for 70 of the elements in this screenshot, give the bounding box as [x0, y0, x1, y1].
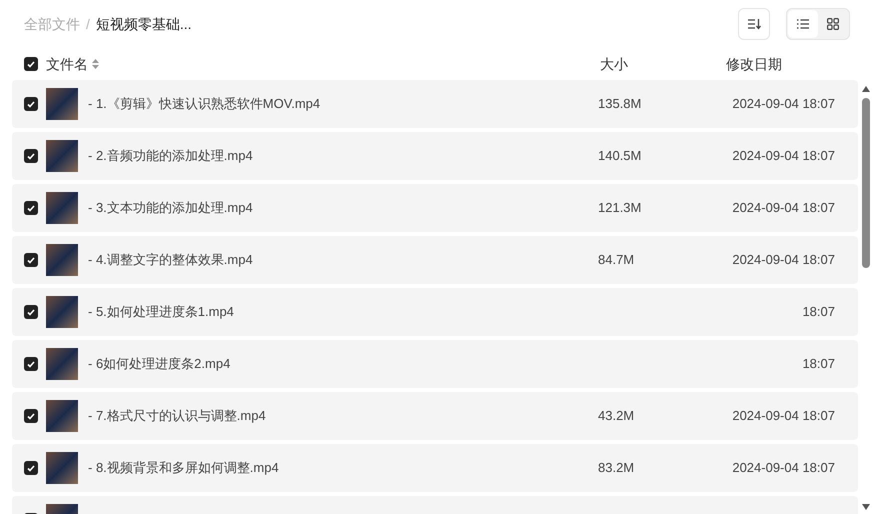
file-row[interactable]: - 4.调整文字的整体效果.mp4 84.7M 2024-09-04 18:07: [12, 236, 858, 284]
sort-icon: [747, 18, 761, 30]
sort-arrows-icon: [92, 59, 99, 69]
checkbox[interactable]: [24, 253, 38, 267]
scrollbar-thumb[interactable]: [862, 98, 870, 268]
file-size: 121.3M: [598, 199, 642, 218]
file-row[interactable]: - 8.视频背景和多屏如何调整.mp4 83.2M 2024-09-04 18:07: [12, 444, 858, 492]
file-name: - 6如何处理进度条2.mp4: [88, 355, 232, 374]
file-name: - 4.调整文字的整体效果.mp4: [88, 251, 254, 270]
file-size: 43.2M: [598, 407, 636, 426]
checkmark-icon: [27, 412, 35, 420]
video-thumbnail: [46, 348, 78, 380]
file-row[interactable]: - 7.格式尺寸的认识与调整.mp4 43.2M 2024-09-04 18:07: [12, 392, 858, 440]
file-size: 135.8M: [598, 95, 642, 114]
file-name: - 2.音频功能的添加处理.mp4: [88, 147, 254, 166]
column-header: 修改日期: [726, 54, 782, 74]
column-header: 大小: [600, 54, 629, 74]
checkmark-icon: [27, 308, 35, 316]
file-name: - 5.如何处理进度条1.mp4: [88, 303, 235, 322]
checkmark-icon: [27, 204, 35, 212]
file-size: 84.7M: [598, 251, 636, 270]
checkbox[interactable]: [24, 461, 38, 475]
video-thumbnail: [46, 88, 78, 120]
checkbox[interactable]: [24, 57, 38, 71]
checkmark-icon: [27, 464, 35, 472]
file-date: 18:07: [802, 303, 835, 322]
checkbox[interactable]: [24, 97, 38, 111]
checkmark-icon: [27, 256, 35, 264]
breadcrumb-item[interactable]: 短视频零基础...: [96, 14, 192, 34]
checkmark-icon: [27, 152, 35, 160]
checkbox[interactable]: [24, 201, 38, 215]
grid-icon: [827, 18, 839, 30]
file-date: 18:07: [802, 355, 835, 374]
name-column-header[interactable]: 文件名: [46, 54, 600, 74]
checkbox[interactable]: [24, 149, 38, 163]
file-name: - 1.《剪辑》快速认识熟悉软件MOV.mp4: [88, 95, 322, 114]
file-date: 2024-09-04 18:07: [732, 95, 835, 114]
file-name: - 7.格式尺寸的认识与调整.mp4: [88, 407, 267, 426]
file-size: 83.2M: [598, 459, 636, 478]
file-row[interactable]: - 3.文本功能的添加处理.mp4 121.3M 2024-09-04 18:07: [12, 184, 858, 232]
video-thumbnail: [46, 296, 78, 328]
file-date: 2024-09-04 18:07: [732, 459, 835, 478]
file-size: 140.5M: [598, 147, 642, 166]
video-thumbnail: [46, 244, 78, 276]
scroll-up-icon: [862, 86, 870, 92]
file-date: 2024-09-04 18:07: [732, 251, 835, 270]
checkmark-icon: [27, 360, 35, 368]
list-icon: [797, 19, 809, 29]
checkbox[interactable]: [24, 357, 38, 371]
checkmark-icon: [27, 60, 35, 68]
file-row[interactable]: - 1.《剪辑》快速认识熟悉软件MOV.mp4 135.8M 2024-09-04 18:07: [12, 80, 858, 128]
file-date: 2024-09-04 18:07: [732, 407, 835, 426]
file-date: 2024-09-04 18:07: [732, 199, 835, 218]
file-row[interactable]: - 5.如何处理进度条1.mp4 18:07: [12, 288, 858, 336]
file-row[interactable]: - 2.音频功能的添加处理.mp4 140.5M 2024-09-04 18:07: [12, 132, 858, 180]
checkbox[interactable]: [24, 409, 38, 423]
scroll-down-icon: [862, 504, 870, 510]
breadcrumb-separator: /: [86, 14, 90, 34]
video-thumbnail: [46, 452, 78, 484]
checkbox[interactable]: [24, 305, 38, 319]
checkmark-icon: [27, 100, 35, 108]
file-row[interactable]: - 6如何处理进度条2.mp4 18:07: [12, 340, 858, 388]
file-name: - 3.文本功能的添加处理.mp4: [88, 199, 254, 218]
sort-button[interactable]: [738, 8, 770, 40]
file-name: - 8.视频背景和多屏如何调整.mp4: [88, 459, 280, 478]
video-thumbnail: [46, 192, 78, 224]
video-thumbnail: [46, 140, 78, 172]
file-date: 2024-09-04 18:07: [732, 147, 835, 166]
list-view-button[interactable]: [788, 10, 818, 38]
video-thumbnail: [46, 400, 78, 432]
